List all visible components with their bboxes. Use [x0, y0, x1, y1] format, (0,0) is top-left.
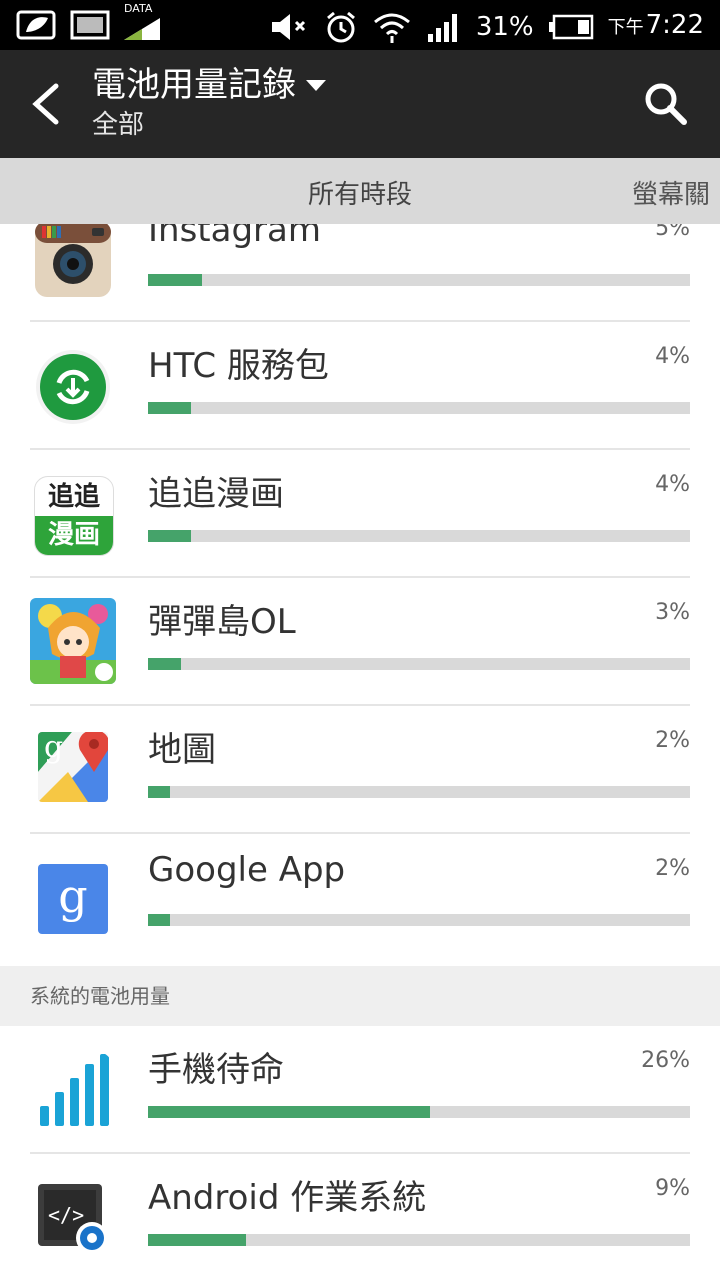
- usage-percent: 26%: [641, 1048, 690, 1073]
- app-name: Android 作業系統: [148, 1178, 427, 1218]
- section-header-system: 系統的電池用量: [0, 966, 720, 1026]
- list-item[interactable]: 追追 漫画 追追漫画 4%: [0, 450, 720, 578]
- usage-bar-fill: [148, 530, 192, 542]
- list-item[interactable]: g 地圖 2%: [0, 706, 720, 834]
- app-name: Google App: [148, 850, 346, 890]
- usage-bar: [148, 402, 690, 414]
- list-item[interactable]: 手機待命 26%: [0, 1026, 720, 1154]
- battery-icon: [548, 14, 593, 39]
- status-right: 31% 下午 7:22: [270, 8, 704, 45]
- manga-icon: 追追 漫画: [34, 476, 114, 556]
- tab-screen-off[interactable]: 螢幕關: [632, 174, 710, 211]
- mute-icon: [271, 13, 305, 40]
- usage-bar: [148, 1234, 690, 1246]
- list-item[interactable]: g Google App 2%: [0, 834, 720, 966]
- time-prefix: 下午: [607, 17, 644, 38]
- usage-bar: [148, 658, 690, 670]
- page-subtitle: 全部: [92, 110, 145, 140]
- back-arrow-icon[interactable]: [28, 82, 64, 126]
- title-dropdown[interactable]: 電池用量記錄: [92, 64, 326, 106]
- game-icon: [30, 598, 116, 684]
- manga-icon-text-bottom: 漫画: [35, 516, 113, 555]
- htc-service-icon: [36, 350, 110, 424]
- app-name: 彈彈島OL: [148, 602, 296, 642]
- search-icon[interactable]: [642, 80, 690, 128]
- usage-bar-fill: [148, 658, 181, 670]
- clock: 下午 7:22: [608, 8, 704, 45]
- usage-bar-fill: [148, 1106, 430, 1118]
- usage-percent: 2%: [655, 856, 690, 881]
- usage-percent: 2%: [655, 728, 690, 753]
- ev-icon: [16, 10, 56, 40]
- usage-bar: [148, 914, 690, 926]
- list-item[interactable]: HTC 服務包 4%: [0, 322, 720, 450]
- instagram-icon: [35, 224, 111, 297]
- app-name: 追追漫画: [148, 474, 284, 514]
- usage-percent: 5%: [655, 224, 690, 241]
- wifi-icon: [373, 13, 410, 43]
- list-item[interactable]: 彈彈島OL 3%: [0, 578, 720, 706]
- status-left: DATA: [16, 2, 164, 42]
- data-label: DATA: [124, 2, 153, 15]
- app-name: 地圖: [148, 730, 216, 770]
- svg-text:</>: </>: [48, 1203, 84, 1227]
- list-item[interactable]: Instagram 5%: [0, 224, 720, 322]
- manga-icon-text-top: 追追: [47, 482, 100, 512]
- usage-percent: 4%: [655, 472, 690, 497]
- android-os-icon: </>: [38, 1184, 108, 1254]
- usage-list: Instagram 5% HTC 服務包 4% 追追 漫画 追追漫画 4% 彈彈…: [0, 224, 720, 1280]
- usage-bar-fill: [148, 274, 203, 286]
- dropdown-triangle-icon: [306, 80, 326, 91]
- app-name: 手機待命: [148, 1050, 284, 1090]
- app-name: HTC 服務包: [148, 346, 329, 386]
- usage-bar-fill: [148, 786, 170, 798]
- google-icon-letter: g: [58, 869, 88, 923]
- alarm-icon: [326, 11, 355, 42]
- app-name: Instagram: [148, 224, 321, 250]
- google-icon: g: [38, 864, 108, 934]
- maps-icon: g: [38, 732, 108, 802]
- usage-percent: 3%: [655, 600, 690, 625]
- time: 7:22: [645, 10, 704, 40]
- tab-all-periods[interactable]: 所有時段: [0, 174, 720, 211]
- maps-icon-letter: g: [44, 732, 64, 765]
- usage-bar-fill: [148, 914, 170, 926]
- status-bar: DATA 31% 下午 7:22: [0, 0, 720, 50]
- usage-bar-fill: [148, 1234, 246, 1246]
- signal-bars-icon: [40, 1054, 109, 1126]
- usage-bar: [148, 786, 690, 798]
- signal-icon: [427, 13, 457, 42]
- battery-percent: 31%: [475, 11, 534, 42]
- image-icon: [70, 10, 110, 40]
- app-bar: 電池用量記錄 全部: [0, 50, 720, 158]
- tab-strip: 所有時段 螢幕關: [0, 158, 720, 224]
- usage-percent: 4%: [655, 344, 690, 369]
- list-item[interactable]: </> Android 作業系統 9%: [0, 1154, 720, 1280]
- usage-percent: 9%: [655, 1176, 690, 1201]
- page-title: 電池用量記錄: [92, 65, 296, 105]
- usage-bar-fill: [148, 402, 192, 414]
- usage-bar: [148, 1106, 690, 1118]
- usage-bar: [148, 274, 690, 286]
- data-icon: DATA: [124, 2, 164, 42]
- usage-bar: [148, 530, 690, 542]
